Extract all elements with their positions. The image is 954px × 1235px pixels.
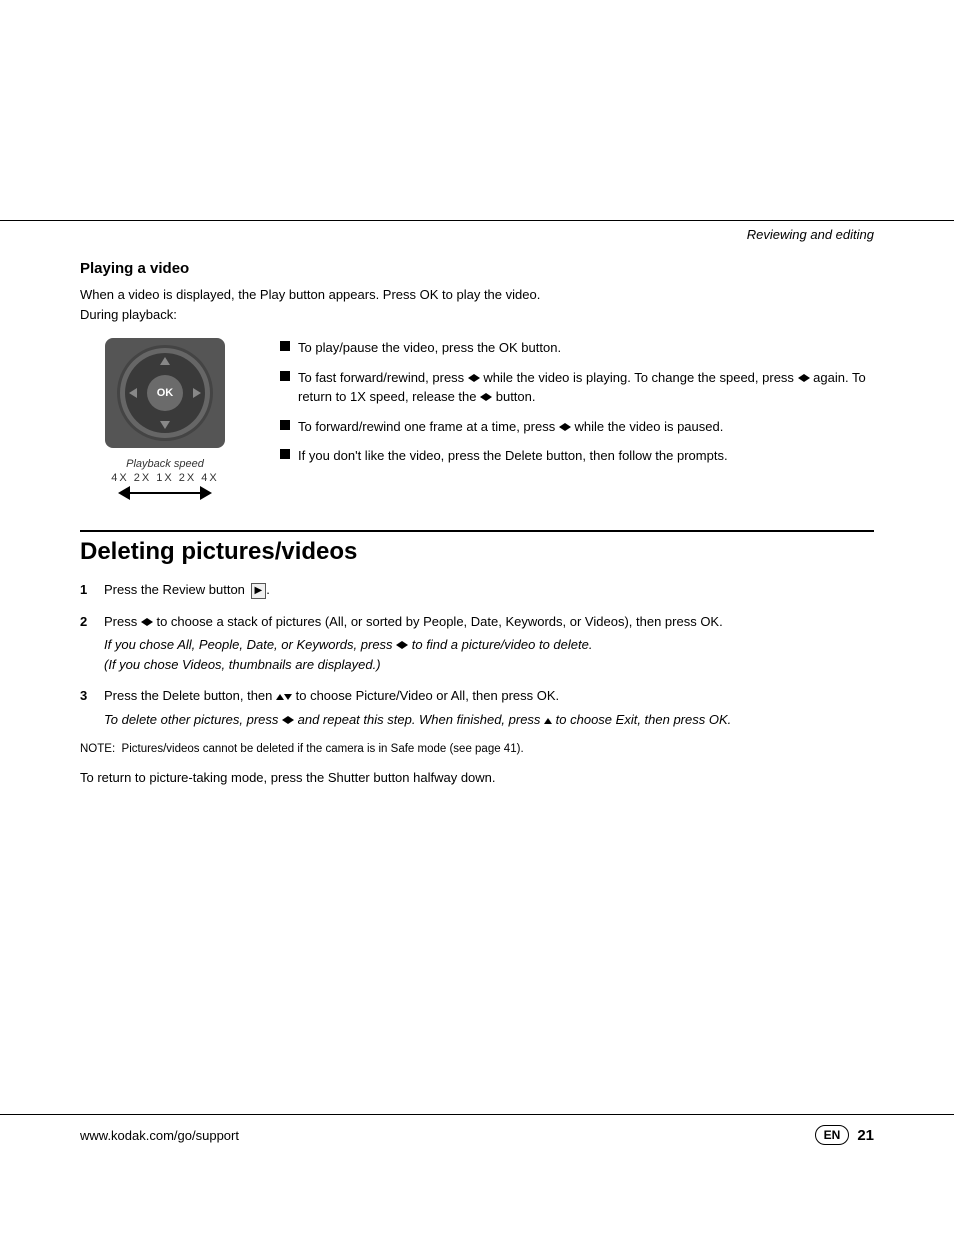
step-3: 3 Press the Delete button, then to choos… bbox=[80, 686, 874, 729]
deleting-title: Deleting pictures/videos bbox=[80, 530, 874, 566]
section-header-title: Reviewing and editing bbox=[747, 227, 874, 242]
nav-bottom-arrow bbox=[160, 421, 170, 429]
camera-button-image: OK bbox=[105, 338, 225, 448]
playback-arrow-row bbox=[118, 486, 212, 500]
note-link[interactable]: see page 41 bbox=[453, 743, 516, 755]
bullet-item-1: To play/pause the video, press the OK bu… bbox=[280, 338, 874, 358]
playback-caption: Playback speed bbox=[126, 458, 204, 470]
footer-url: www.kodak.com/go/support bbox=[80, 1128, 239, 1143]
note-text: NOTE: Pictures/videos cannot be deleted … bbox=[80, 741, 874, 758]
step3-italic: To delete other pictures, press and repe… bbox=[104, 710, 874, 730]
bullet-text-4: If you don't like the video, press the D… bbox=[298, 446, 728, 466]
bullet-square-2 bbox=[280, 371, 290, 381]
step-content-1: Press the Review button ▶. bbox=[104, 580, 874, 600]
return-text: To return to picture-taking mode, press … bbox=[80, 768, 874, 788]
inline-right-arrow-3 bbox=[486, 393, 492, 401]
bullet-item-3: To forward/rewind one frame at a time, p… bbox=[280, 417, 874, 437]
step-2: 2 Press to choose a stack of pictures (A… bbox=[80, 612, 874, 675]
step3-up-arrow bbox=[276, 694, 284, 700]
step3-down-arrow bbox=[284, 694, 292, 700]
bullet-item-4: If you don't like the video, press the D… bbox=[280, 446, 874, 466]
bullet-text-3: To forward/rewind one frame at a time, p… bbox=[298, 417, 723, 437]
lang-badge: EN bbox=[815, 1125, 850, 1145]
bullet-square-1 bbox=[280, 341, 290, 351]
footer-right: EN 21 bbox=[815, 1125, 874, 1145]
inline-right-arrow-2 bbox=[804, 374, 810, 382]
bullet-text-2: To fast forward/rewind, press while the … bbox=[298, 368, 874, 407]
playback-speeds: 4X 2X 1X 2X 4X bbox=[111, 472, 219, 484]
step-num-3: 3 bbox=[80, 686, 94, 729]
bullet-square-4 bbox=[280, 449, 290, 459]
bullet-text-1: To play/pause the video, press the OK bu… bbox=[298, 338, 561, 358]
big-arrow-left bbox=[118, 486, 130, 500]
step-1: 1 Press the Review button ▶. bbox=[80, 580, 874, 600]
right-column: To play/pause the video, press the OK bu… bbox=[280, 338, 874, 500]
step3i-up bbox=[544, 718, 552, 724]
page-number: 21 bbox=[857, 1127, 874, 1144]
nav-right-arrow bbox=[193, 388, 201, 398]
arrow-line bbox=[130, 492, 200, 494]
nav-top-arrow bbox=[160, 357, 170, 365]
step-num-2: 2 bbox=[80, 612, 94, 675]
big-arrow-right bbox=[200, 486, 212, 500]
top-space bbox=[0, 0, 954, 220]
bullet-item-2: To fast forward/rewind, press while the … bbox=[280, 368, 874, 407]
camera-ok-ring: OK bbox=[125, 353, 205, 433]
playing-video-title: Playing a video bbox=[80, 260, 874, 277]
bullet-list: To play/pause the video, press the OK bu… bbox=[280, 338, 874, 466]
content-area: Playing a video When a video is displaye… bbox=[0, 260, 954, 788]
playing-video-intro: When a video is displayed, the Play butt… bbox=[80, 285, 874, 324]
bullet-square-3 bbox=[280, 420, 290, 430]
page-container: Reviewing and editing Playing a video Wh… bbox=[0, 0, 954, 1235]
step3i-right bbox=[288, 716, 294, 724]
playing-video-content: OK Playback speed 4X 2X 1X 2X 4X bbox=[80, 338, 874, 500]
step-num-1: 1 bbox=[80, 580, 94, 600]
step2i-right bbox=[402, 641, 408, 649]
deleting-section: Deleting pictures/videos 1 Press the Rev… bbox=[80, 530, 874, 788]
nav-left-arrow bbox=[129, 388, 137, 398]
step2-right-arrow bbox=[147, 618, 153, 626]
inline-right-arrow bbox=[474, 374, 480, 382]
step-content-3: Press the Delete button, then to choose … bbox=[104, 686, 874, 729]
footer: www.kodak.com/go/support EN 21 bbox=[0, 1114, 954, 1155]
steps-list: 1 Press the Review button ▶. 2 Press to … bbox=[80, 580, 874, 729]
ok-button: OK bbox=[147, 375, 183, 411]
step-content-2: Press to choose a stack of pictures (All… bbox=[104, 612, 874, 675]
left-column: OK Playback speed 4X 2X 1X 2X 4X bbox=[80, 338, 250, 500]
review-button-icon: ▶ bbox=[251, 583, 267, 599]
playing-video-section: Playing a video When a video is displaye… bbox=[80, 260, 874, 500]
section-header-row: Reviewing and editing bbox=[0, 220, 954, 242]
inline-right-arrow-4 bbox=[565, 423, 571, 431]
step2-italic: If you chose All, People, Date, or Keywo… bbox=[104, 635, 874, 674]
